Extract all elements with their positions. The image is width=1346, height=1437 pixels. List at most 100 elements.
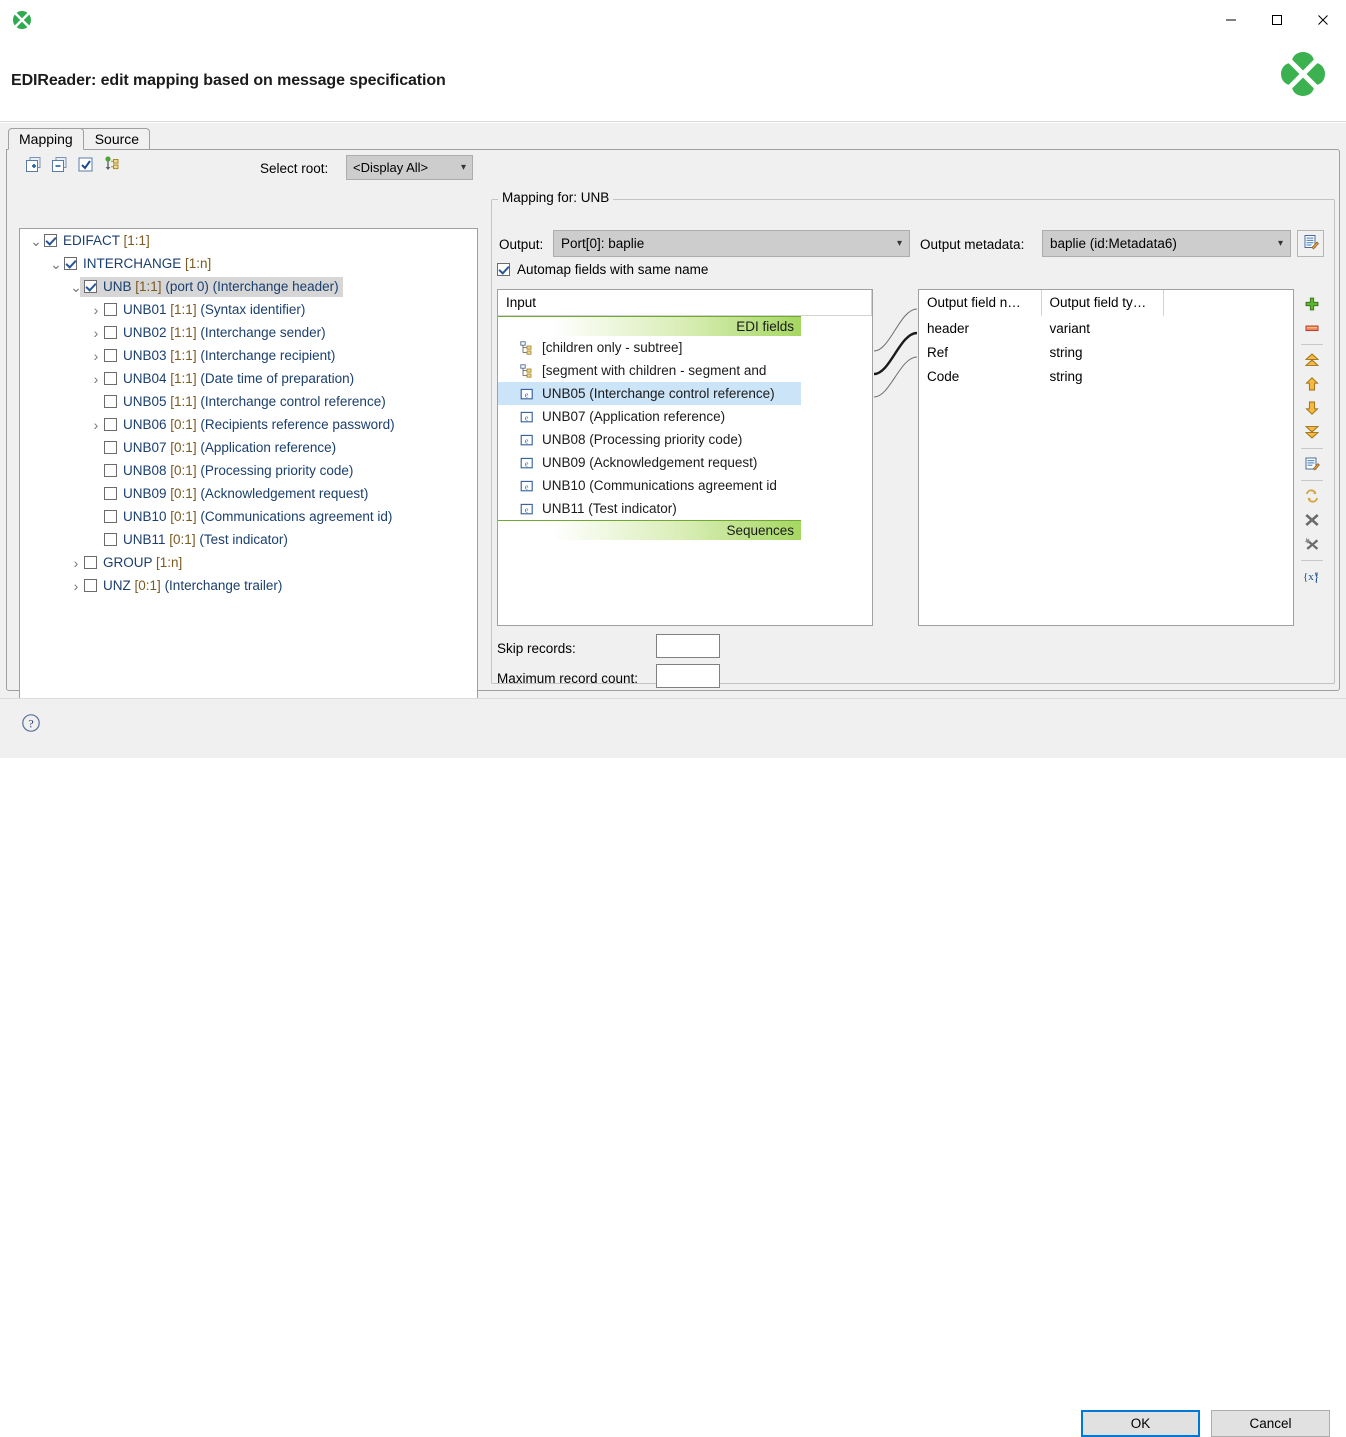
input-column-header[interactable]: Input: [498, 290, 872, 316]
table-row[interactable]: Codestring: [919, 364, 1293, 388]
tree-item-unb07[interactable]: UNB07 [0:1] (Application reference): [20, 436, 477, 459]
tree-item-checkbox[interactable]: [104, 303, 117, 316]
chevron-right-icon[interactable]: ›: [88, 325, 104, 341]
ok-button[interactable]: OK: [1081, 1410, 1200, 1437]
input-list-item-label: UNB05 (Interchange control reference): [542, 386, 775, 401]
output-fields-panel[interactable]: Output field n… Output field ty… headerv…: [918, 289, 1294, 626]
help-icon[interactable]: ?: [21, 713, 41, 736]
chevron-right-icon[interactable]: ›: [88, 302, 104, 318]
output-combo[interactable]: Port[0]: baplie ▾: [553, 230, 910, 257]
input-list-item-label: UNB10 (Communications agreement id: [542, 478, 777, 493]
input-list[interactable]: EDI fields[children only - subtree][segm…: [498, 316, 872, 540]
refresh-icon[interactable]: [1301, 485, 1323, 507]
chevron-right-icon[interactable]: ›: [68, 555, 84, 571]
tree-item-checkbox[interactable]: [104, 395, 117, 408]
tab-source[interactable]: Source: [78, 128, 150, 150]
remove-mapping-icon[interactable]: [1301, 317, 1323, 339]
tree-item-checkbox[interactable]: [104, 510, 117, 523]
move-top-icon[interactable]: [1301, 349, 1323, 371]
tree-item-unb04[interactable]: ›UNB04 [1:1] (Date time of preparation): [20, 367, 477, 390]
input-list-item[interactable]: eUNB05 (Interchange control reference): [498, 382, 801, 405]
close-button[interactable]: [1300, 0, 1346, 40]
tree-item-unb09[interactable]: UNB09 [0:1] (Acknowledgement request): [20, 482, 477, 505]
tree-item-checkbox[interactable]: [104, 487, 117, 500]
tree-item-unb08[interactable]: UNB08 [0:1] (Processing priority code): [20, 459, 477, 482]
output-metadata-value: baplie (id:Metadata6): [1050, 236, 1177, 251]
chevron-down-icon[interactable]: ⌄: [28, 238, 44, 244]
tree-item-checkbox[interactable]: [84, 579, 97, 592]
output-col-type[interactable]: Output field ty…: [1041, 290, 1163, 316]
tree-item-unb11[interactable]: UNB11 [0:1] (Test indicator): [20, 528, 477, 551]
tree-item-checkbox[interactable]: [104, 418, 117, 431]
tree-item-unb06[interactable]: ›UNB06 [0:1] (Recipients reference passw…: [20, 413, 477, 436]
tree-item-checkbox[interactable]: [104, 349, 117, 362]
cancel-button-label: Cancel: [1249, 1416, 1291, 1431]
chevron-right-icon[interactable]: ›: [88, 371, 104, 387]
tree-item-checkbox[interactable]: [64, 257, 77, 270]
input-column-header-label: Input: [506, 295, 536, 310]
table-row[interactable]: Refstring: [919, 340, 1293, 364]
cancel-button[interactable]: Cancel: [1211, 1410, 1330, 1437]
expression-icon[interactable]: {x} 0 1: [1301, 565, 1323, 587]
input-list-item[interactable]: eUNB09 (Acknowledgement request): [498, 451, 872, 474]
edit-icon[interactable]: [1301, 453, 1323, 475]
tree-item-checkbox[interactable]: [104, 441, 117, 454]
tree-item-checkbox[interactable]: [84, 280, 97, 293]
input-list-item[interactable]: eUNB07 (Application reference): [498, 405, 872, 428]
move-up-icon[interactable]: [1301, 373, 1323, 395]
chevron-right-icon[interactable]: ›: [68, 578, 84, 594]
input-list-item[interactable]: eUNB11 (Test indicator): [498, 497, 872, 520]
chevron-down-icon[interactable]: ⌄: [48, 261, 64, 267]
tree-item-label: UNB07 [0:1] (Application reference): [123, 440, 336, 455]
input-list-item[interactable]: [segment with children - segment and: [498, 359, 872, 382]
input-list-item[interactable]: eUNB10 (Communications agreement id: [498, 474, 872, 497]
move-down-icon[interactable]: [1301, 397, 1323, 419]
link-sort-icon[interactable]: [103, 156, 120, 173]
collapse-all-icon[interactable]: [51, 156, 68, 173]
edit-metadata-button[interactable]: [1297, 230, 1324, 257]
tree-item-checkbox[interactable]: [104, 464, 117, 477]
tree-item-unb05[interactable]: UNB05 [1:1] (Interchange control referen…: [20, 390, 477, 413]
check-all-icon[interactable]: [77, 156, 94, 173]
output-col-extra[interactable]: [1163, 290, 1293, 316]
tree-item-unz[interactable]: ›UNZ [0:1] (Interchange trailer): [20, 574, 477, 597]
move-bottom-icon[interactable]: [1301, 421, 1323, 443]
tree-item-checkbox[interactable]: [104, 533, 117, 546]
tab-mapping[interactable]: Mapping: [8, 128, 84, 150]
tree-item-unb02[interactable]: ›UNB02 [1:1] (Interchange sender): [20, 321, 477, 344]
max-record-count-input[interactable]: [656, 664, 720, 688]
select-root-combo[interactable]: <Display All> ▾: [346, 155, 473, 180]
skip-records-input[interactable]: [656, 634, 720, 658]
page-title: EDIReader: edit mapping based on message…: [11, 72, 446, 90]
tree-item-unb10[interactable]: UNB10 [0:1] (Communications agreement id…: [20, 505, 477, 528]
chevron-right-icon[interactable]: ›: [88, 348, 104, 364]
tree-item-checkbox[interactable]: [104, 326, 117, 339]
clear-mapping-icon[interactable]: [1301, 509, 1323, 531]
input-list-item[interactable]: eUNB08 (Processing priority code): [498, 428, 872, 451]
expand-all-icon[interactable]: [25, 156, 42, 173]
tree-item-label: UNB08 [0:1] (Processing priority code): [123, 463, 353, 478]
column-separator[interactable]: [871, 290, 872, 316]
tree-item-interchange[interactable]: ⌄INTERCHANGE [1:n]: [20, 252, 477, 275]
tree-item-checkbox[interactable]: [104, 372, 117, 385]
output-col-name[interactable]: Output field n…: [919, 290, 1041, 316]
output-metadata-combo[interactable]: baplie (id:Metadata6) ▾: [1042, 230, 1291, 257]
tree-item-unb[interactable]: ⌄UNB [1:1] (port 0) (Interchange header): [20, 275, 477, 298]
automap-checkbox[interactable]: [497, 263, 510, 276]
tree-item-edifact[interactable]: ⌄EDIFACT [1:1]: [20, 229, 477, 252]
tree-item-unb03[interactable]: ›UNB03 [1:1] (Interchange recipient): [20, 344, 477, 367]
maximize-button[interactable]: [1254, 0, 1300, 40]
tree-item-group[interactable]: ›GROUP [1:n]: [20, 551, 477, 574]
input-fields-panel[interactable]: Input EDI fields[children only - subtree…: [497, 289, 873, 626]
automap-row[interactable]: Automap fields with same name: [497, 262, 708, 277]
clear-all-mappings-icon[interactable]: [1301, 533, 1323, 555]
chevron-right-icon[interactable]: ›: [88, 417, 104, 433]
minimize-button[interactable]: [1208, 0, 1254, 40]
table-row[interactable]: headervariant: [919, 316, 1293, 340]
tree-item-unb01[interactable]: ›UNB01 [1:1] (Syntax identifier): [20, 298, 477, 321]
input-list-item[interactable]: [children only - subtree]: [498, 336, 872, 359]
specification-tree[interactable]: ⌄EDIFACT [1:1]⌄INTERCHANGE [1:n]⌄UNB [1:…: [19, 228, 478, 704]
add-mapping-icon[interactable]: [1301, 293, 1323, 315]
tree-item-checkbox[interactable]: [44, 234, 57, 247]
tree-item-checkbox[interactable]: [84, 556, 97, 569]
